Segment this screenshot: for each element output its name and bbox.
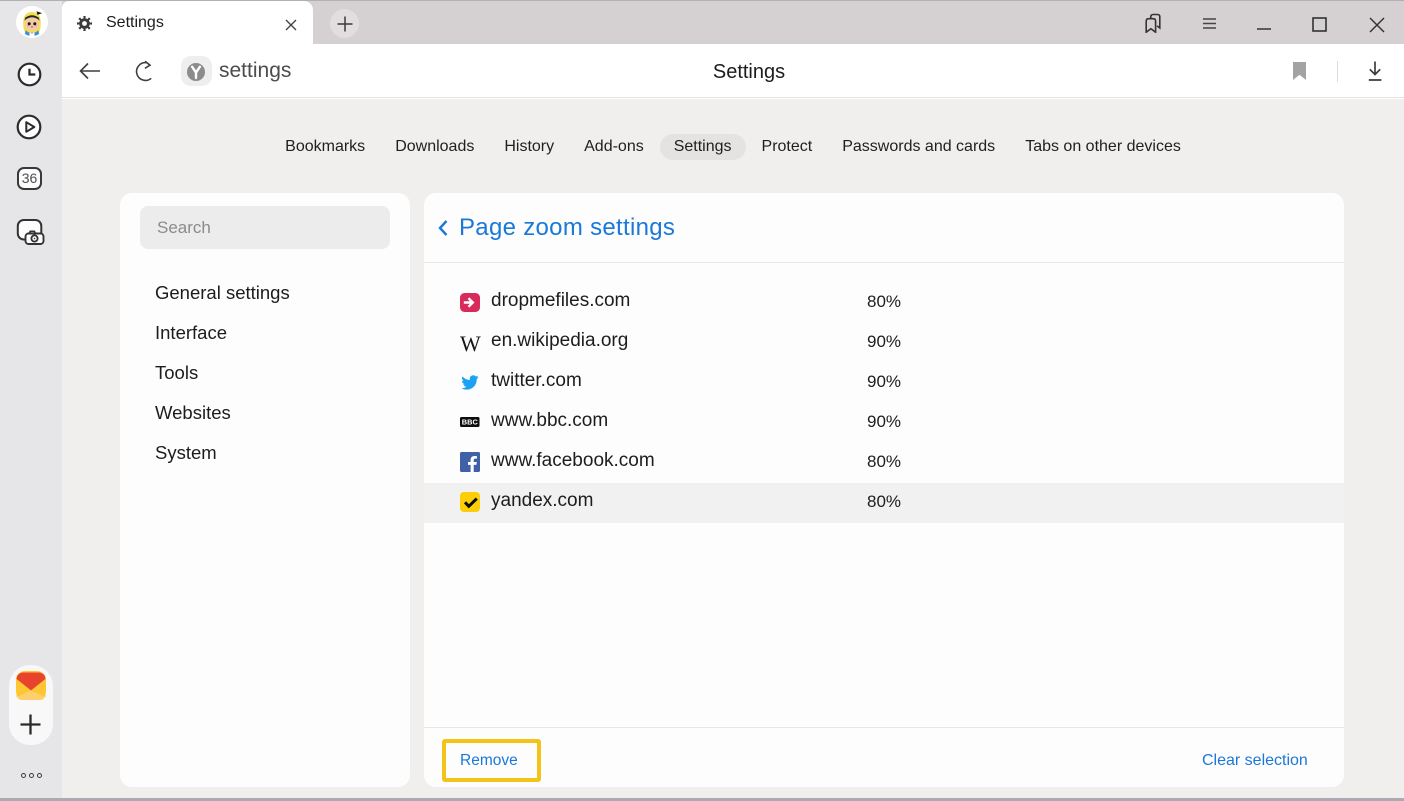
svg-text:BBC: BBC <box>462 418 479 427</box>
